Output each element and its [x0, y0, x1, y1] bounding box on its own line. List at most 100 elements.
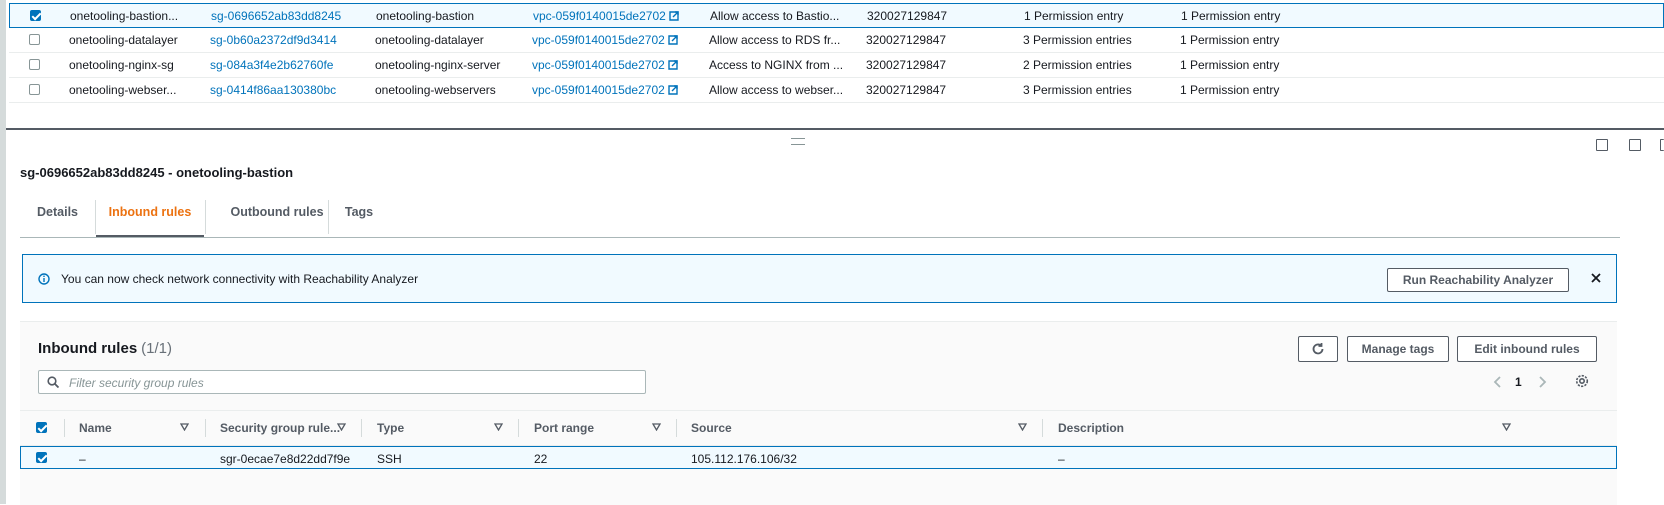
detail-panel-title: sg-0696652ab83dd8245 - onetooling-bastio… — [20, 165, 294, 180]
sg-description: Allow access to RDS fr... — [709, 33, 841, 47]
sort-down-icon[interactable] — [1018, 423, 1027, 431]
inbound-rules-title: Inbound rules (1/1) — [38, 340, 173, 357]
sg-inbound-count: 3 Permission entries — [1023, 83, 1132, 97]
resize-handle-icon[interactable] — [791, 138, 805, 145]
search-icon — [47, 376, 59, 388]
sg-outbound-count: 1 Permission entry — [1180, 58, 1280, 72]
external-link-icon — [668, 85, 678, 95]
table-row[interactable]: onetooling-nginx-sg sg-084a3f4e2b62760fe… — [9, 53, 1664, 78]
sort-down-icon[interactable] — [494, 423, 503, 431]
sg-outbound-count: 1 Permission entry — [1180, 33, 1280, 47]
rules-table-header: Name Security group rule... Type Port ra… — [20, 410, 1617, 446]
refresh-icon — [1312, 343, 1324, 355]
external-link-icon — [669, 11, 679, 21]
sort-down-icon[interactable] — [180, 423, 189, 431]
column-port-range[interactable]: Port range — [534, 421, 594, 435]
rule-port-range: 22 — [534, 452, 548, 466]
sg-id-link[interactable]: sg-0696652ab83dd8245 — [211, 9, 341, 23]
sg-id-link[interactable]: sg-0b60a2372df9d3414 — [210, 33, 337, 47]
table-row[interactable]: onetooling-datalayer sg-0b60a2372df9d341… — [9, 28, 1664, 53]
close-icon[interactable] — [1590, 272, 1602, 284]
panel-bottom-icon[interactable] — [1596, 139, 1608, 151]
sg-outbound-count: 1 Permission entry — [1180, 83, 1280, 97]
select-all-checkbox[interactable] — [36, 422, 47, 433]
column-divider — [205, 419, 206, 437]
sort-down-icon[interactable] — [1502, 423, 1511, 431]
security-groups-table: onetooling-bastion... sg-0696652ab83dd82… — [9, 3, 1664, 103]
inbound-rules-panel: Inbound rules (1/1) Manage tags Edit inbo… — [20, 321, 1617, 505]
split-panel-divider[interactable] — [6, 128, 1664, 130]
sg-description: Allow access to webser... — [709, 83, 844, 97]
sg-id-link[interactable]: sg-0414f86aa130380bc — [210, 83, 336, 97]
column-name[interactable]: Name — [79, 421, 112, 435]
sg-owner: 320027129847 — [866, 33, 947, 47]
rule-type: SSH — [377, 452, 402, 466]
left-scroll-track — [0, 0, 6, 504]
tab-details[interactable]: Details — [20, 200, 95, 236]
sg-name: onetooling-webser... — [69, 83, 177, 97]
sg-inbound-count: 1 Permission entry — [1024, 9, 1124, 23]
chevron-right-icon[interactable] — [1538, 376, 1547, 388]
table-row[interactable]: onetooling-bastion... sg-0696652ab83dd82… — [9, 3, 1664, 28]
row-checkbox[interactable] — [29, 84, 40, 95]
column-description[interactable]: Description — [1058, 421, 1124, 435]
vpc-id-link[interactable]: vpc-059f0140015de2702 — [532, 83, 678, 97]
sg-group-name: onetooling-bastion — [376, 9, 475, 23]
chevron-left-icon[interactable] — [1493, 376, 1502, 388]
page-number[interactable]: 1 — [1515, 375, 1522, 389]
search-input[interactable] — [67, 373, 631, 393]
external-link-icon — [668, 60, 678, 70]
tab-tags[interactable]: Tags — [329, 200, 389, 236]
vpc-id-link[interactable]: vpc-059f0140015de2702 — [532, 33, 678, 47]
vpc-id-link[interactable]: vpc-059f0140015de2702 — [532, 58, 678, 72]
sort-down-icon[interactable] — [652, 423, 661, 431]
sg-description: Access to NGINX from ... — [709, 58, 844, 72]
gear-icon[interactable] — [1575, 374, 1589, 388]
sg-name: onetooling-bastion... — [70, 9, 179, 23]
row-checkbox[interactable] — [36, 452, 47, 463]
sort-down-icon[interactable] — [337, 423, 346, 431]
sg-group-name: onetooling-datalayer — [375, 33, 484, 47]
column-divider — [64, 419, 65, 437]
sg-outbound-count: 1 Permission entry — [1181, 9, 1281, 23]
sg-owner: 320027129847 — [867, 9, 948, 23]
info-icon — [38, 273, 50, 285]
sg-name: onetooling-nginx-sg — [69, 58, 174, 72]
column-divider — [361, 419, 362, 437]
info-banner: You can now check network connectivity w… — [22, 254, 1617, 303]
vpc-id-link[interactable]: vpc-059f0140015de2702 — [533, 9, 679, 23]
manage-tags-button[interactable]: Manage tags — [1347, 336, 1449, 362]
banner-text: You can now check network connectivity w… — [61, 272, 419, 286]
rule-name: – — [79, 452, 86, 466]
table-row[interactable]: – sgr-0ecae7e8d22dd7f9e SSH 22 105.112.1… — [20, 446, 1617, 469]
table-row[interactable]: onetooling-webser... sg-0414f86aa130380b… — [9, 78, 1664, 103]
rule-description: – — [1058, 452, 1065, 466]
sg-description: Allow access to Bastio... — [710, 9, 840, 23]
sg-owner: 320027129847 — [866, 58, 947, 72]
column-divider — [676, 419, 677, 437]
sg-id-link[interactable]: sg-084a3f4e2b62760fe — [210, 58, 333, 72]
column-divider — [1042, 419, 1043, 437]
edit-inbound-rules-button[interactable]: Edit inbound rules — [1457, 336, 1597, 362]
sg-group-name: onetooling-nginx-server — [375, 58, 501, 72]
rule-source: 105.112.176.106/32 — [691, 452, 797, 466]
column-type[interactable]: Type — [377, 421, 404, 435]
rule-id: sgr-0ecae7e8d22dd7f9e — [220, 452, 351, 466]
run-reachability-analyzer-button[interactable]: Run Reachability Analyzer — [1387, 268, 1569, 292]
column-source[interactable]: Source — [691, 421, 732, 435]
column-divider — [518, 419, 519, 437]
panel-close-icon[interactable] — [1660, 139, 1664, 151]
row-checkbox[interactable] — [30, 10, 41, 21]
tab-outbound-rules[interactable]: Outbound rules — [206, 200, 348, 236]
column-rule-id[interactable]: Security group rule... — [220, 421, 340, 435]
refresh-button[interactable] — [1298, 336, 1338, 362]
inbound-rules-count: (1/1) — [141, 340, 173, 357]
row-checkbox[interactable] — [29, 34, 40, 45]
sg-inbound-count: 2 Permission entries — [1023, 58, 1132, 72]
sg-name: onetooling-datalayer — [69, 33, 178, 47]
row-checkbox[interactable] — [29, 59, 40, 70]
panel-side-icon[interactable] — [1629, 139, 1641, 151]
sg-group-name: onetooling-webservers — [375, 83, 496, 97]
external-link-icon — [668, 35, 678, 45]
tab-inbound-rules[interactable]: Inbound rules — [96, 200, 204, 237]
